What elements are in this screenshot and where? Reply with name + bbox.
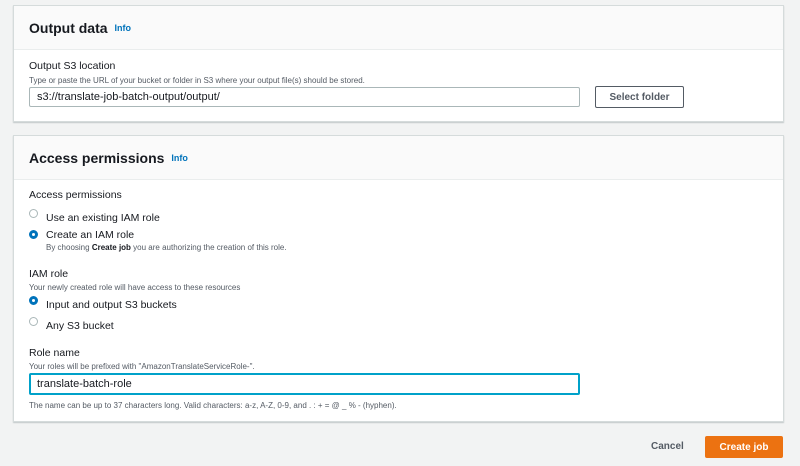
radio-create-role[interactable]: Create an IAM role By choosing Create jo… — [29, 229, 287, 252]
role-name-label: Role name — [29, 347, 80, 359]
radio-button[interactable] — [29, 317, 38, 326]
select-folder-button[interactable]: Select folder — [595, 86, 684, 108]
cancel-button[interactable]: Cancel — [651, 441, 684, 452]
role-name-input[interactable]: translate-batch-role — [29, 373, 580, 395]
access-permissions-info-link[interactable]: Info — [171, 153, 188, 163]
output-s3-input[interactable]: s3://translate-job-batch-output/output/ — [29, 87, 580, 107]
output-s3-description: Type or paste the URL of your bucket or … — [29, 76, 365, 85]
radio-button-checked[interactable] — [29, 230, 38, 239]
create-job-button[interactable]: Create job — [705, 436, 783, 458]
radio-button-checked[interactable] — [29, 296, 38, 305]
output-data-header: Output data Info — [14, 6, 783, 50]
radio-label: Create an IAM role — [46, 229, 135, 241]
output-data-info-link[interactable]: Info — [115, 23, 132, 33]
radio-input-output-buckets[interactable]: Input and output S3 buckets — [29, 295, 177, 313]
role-name-description: Your roles will be prefixed with "Amazon… — [29, 362, 255, 371]
iam-role-label: IAM role — [29, 268, 69, 280]
radio-label: Use an existing IAM role — [46, 212, 160, 224]
radio-button[interactable] — [29, 209, 38, 218]
role-name-constraint: The name can be up to 37 characters long… — [29, 401, 397, 410]
access-permissions-label: Access permissions — [29, 189, 122, 201]
access-permissions-title: Access permissions — [29, 149, 165, 166]
access-permissions-panel: Access permissions Info Access permissio… — [13, 135, 784, 422]
output-s3-label: Output S3 location — [29, 60, 116, 72]
iam-role-description: Your newly created role will have access… — [29, 283, 241, 292]
radio-label: Any S3 bucket — [46, 320, 114, 332]
radio-any-s3-bucket[interactable]: Any S3 bucket — [29, 316, 114, 334]
create-role-description: By choosing Create job you are authorizi… — [46, 243, 287, 252]
access-permissions-header: Access permissions Info — [14, 136, 783, 180]
output-data-panel: Output data Info Output S3 location Type… — [13, 5, 784, 122]
radio-use-existing-role[interactable]: Use an existing IAM role — [29, 208, 160, 226]
output-data-title: Output data — [29, 19, 108, 36]
radio-label: Input and output S3 buckets — [46, 299, 177, 311]
